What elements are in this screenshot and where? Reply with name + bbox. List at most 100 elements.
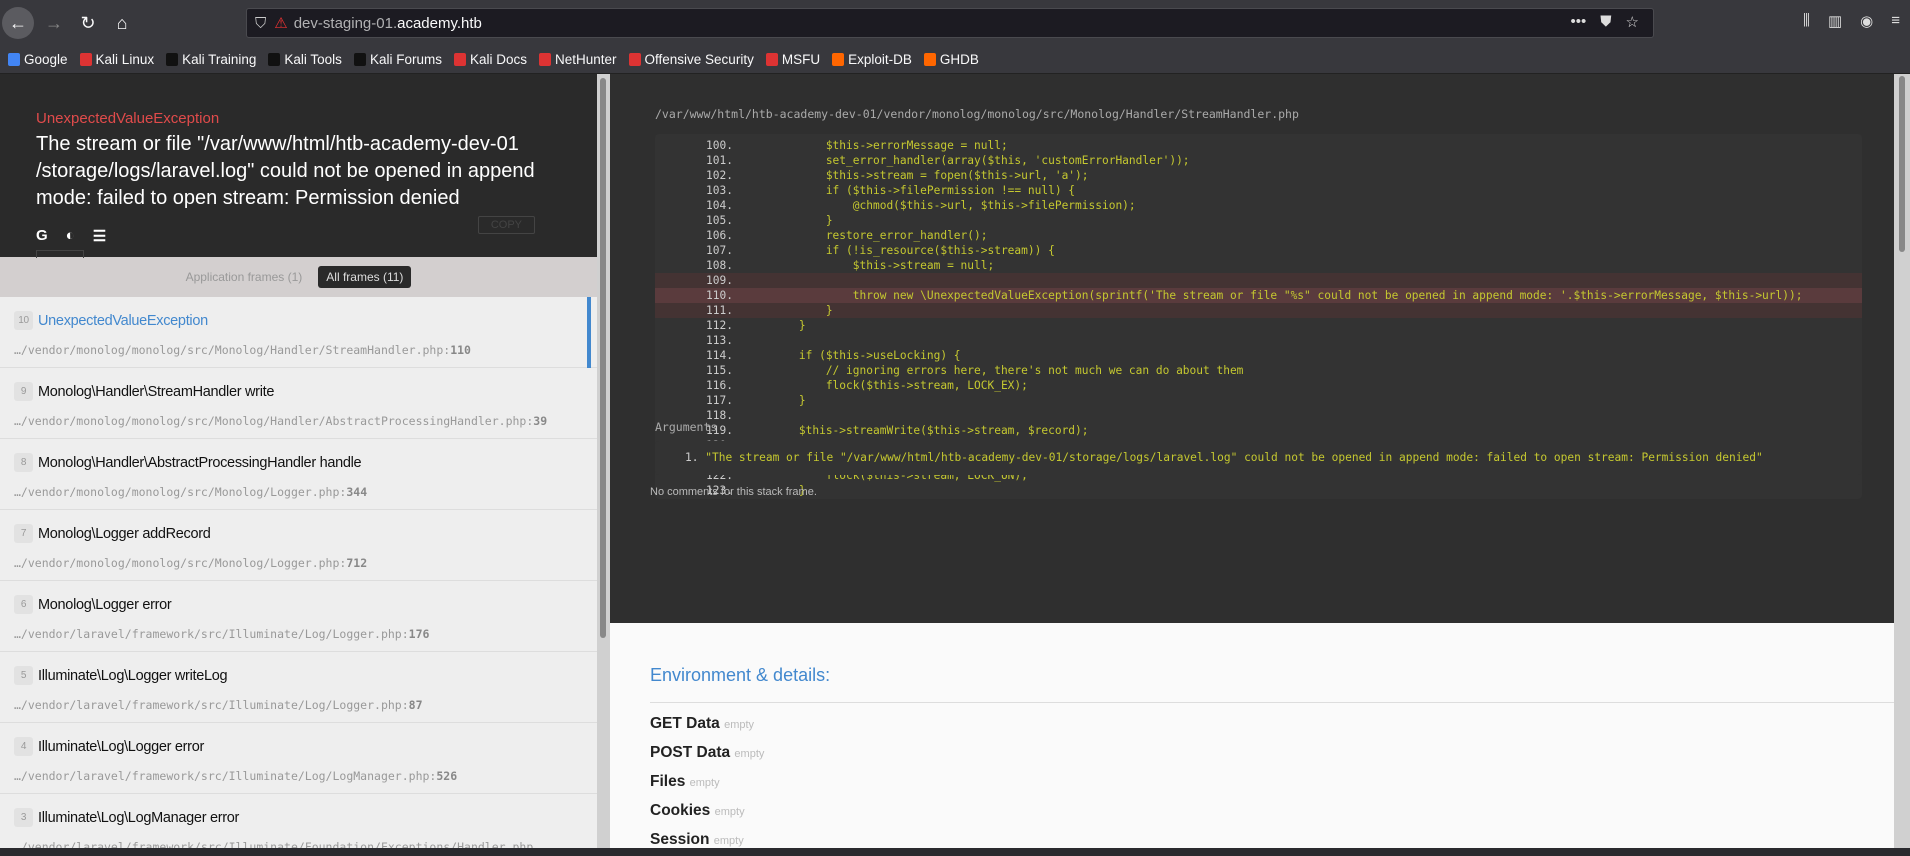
duckduckgo-icon[interactable]: ◐	[66, 227, 75, 245]
tab-application-frames[interactable]: Application frames (1)	[186, 270, 303, 284]
url-bar[interactable]: ⛉ ⚠ dev-staging-01. academy.htb ••• ⛊ ☆	[246, 8, 1654, 38]
sidebar-icon[interactable]: ▥	[1828, 12, 1842, 30]
argument-value: "The stream or file "/var/www/html/htb-a…	[705, 451, 1763, 464]
line-code: flock($this->stream, LOCK_EX);	[745, 379, 1028, 392]
stack-frame[interactable]: 7 Monolog\Logger addRecord …/vendor/monolo…	[0, 510, 597, 581]
line-number: 107.	[706, 244, 733, 257]
copy-button[interactable]: COPY	[477, 216, 535, 234]
bookmark-item[interactable]: MSFU	[765, 52, 820, 67]
frame-file-path: …/vendor/laravel/framework/src/Illuminat…	[14, 769, 437, 783]
bookmark-item[interactable]: GHDB	[923, 52, 979, 67]
bookmark-item[interactable]: Kali Linux	[79, 52, 154, 67]
url-subdomain: dev-staging-01.	[293, 14, 398, 32]
line-number: 100.	[706, 139, 733, 152]
frame-name: Monolog\Logger addRecord	[38, 525, 211, 542]
env-section[interactable]: Cookies empty	[650, 796, 1894, 825]
line-number: 112.	[706, 319, 733, 332]
frame-name: Monolog\Logger error	[38, 596, 172, 613]
frame-file: …/vendor/monolog/monolog/src/Monolog/Log…	[14, 485, 597, 499]
stack-frame[interactable]: 6 Monolog\Logger error …/vendor/laravel/fr…	[0, 581, 597, 652]
bookmark-item[interactable]: Kali Forums	[353, 52, 442, 67]
frame-title: 9 Monolog\Handler\StreamHandler write	[14, 382, 597, 401]
pocket-icon[interactable]: ⛊	[1600, 13, 1611, 31]
hide-button[interactable]	[36, 250, 84, 258]
stack-frame[interactable]: 9 Monolog\Handler\StreamHandler write …/ve…	[0, 368, 597, 439]
env-value: empty	[724, 719, 755, 731]
account-icon[interactable]: ◉	[1860, 12, 1873, 30]
line-code: }	[745, 319, 806, 332]
line-number: 124.	[655, 498, 745, 499]
stack-frame[interactable]: 4 Illuminate\Log\Logger error …/vendor/lar…	[0, 723, 597, 794]
google-search-icon[interactable]: G	[36, 227, 48, 245]
bookmark-star-icon[interactable]: ☆	[1626, 13, 1639, 31]
left-scrollbar[interactable]	[597, 74, 610, 848]
home-icon[interactable]: ⌂	[108, 9, 136, 37]
frame-name: Illuminate\Log\LogManager error	[38, 809, 240, 826]
line-code: $this->streamWrite($this->stream, $recor…	[745, 424, 1089, 437]
frame-index: 10	[14, 311, 33, 330]
code-line: 110. throw new \UnexpectedValueException…	[655, 288, 1862, 303]
bookmark-favicon-icon	[628, 53, 641, 66]
line-number: 110.	[706, 289, 733, 302]
line-code: if ($this->useLocking) {	[745, 349, 961, 362]
frame-index: 8	[14, 453, 33, 472]
tab-all-frames[interactable]: All frames (11)	[318, 266, 412, 288]
divider	[650, 702, 1894, 703]
env-section[interactable]: POST Data empty	[650, 738, 1894, 767]
code-line: 111. }	[655, 303, 1862, 318]
line-number: 105.	[706, 214, 733, 227]
frame-file: …/vendor/monolog/monolog/src/Monolog/Han…	[14, 343, 597, 357]
line-code: }	[745, 394, 806, 407]
bookmark-item[interactable]: NetHunter	[538, 52, 617, 67]
frame-index: 9	[14, 382, 33, 401]
stack-frame[interactable]: 10 UnexpectedValueException …/vendor/monol…	[0, 297, 597, 368]
stack-frame[interactable]: 5 Illuminate\Log\Logger writeLog …/vendor/…	[0, 652, 597, 723]
line-code: throw new \UnexpectedValueException(spri…	[745, 289, 1803, 302]
line-number: 114.	[706, 349, 733, 362]
back-icon[interactable]: ←	[2, 7, 34, 39]
arguments-list: 1. "The stream or file "/var/www/html/ht…	[655, 441, 1862, 475]
bookmark-item[interactable]: Exploit-DB	[832, 52, 912, 67]
env-section[interactable]: Session empty	[650, 825, 1894, 854]
env-section[interactable]: Files empty	[650, 767, 1894, 796]
frame-line: 344	[346, 485, 368, 499]
stack-frame[interactable]: 8 Monolog\Handler\AbstractProcessingHandl…	[0, 439, 597, 510]
bookmark-item[interactable]: Kali Docs	[453, 52, 527, 67]
frame-file: …/vendor/monolog/monolog/src/Monolog/Log…	[14, 556, 597, 570]
forward-icon[interactable]: →	[40, 9, 68, 37]
bookmark-favicon-icon	[453, 53, 466, 66]
bookmark-label: NetHunter	[554, 52, 617, 67]
url-host: academy.htb	[397, 14, 482, 32]
page-actions-icon[interactable]: •••	[1571, 13, 1587, 31]
menu-icon[interactable]: ≡	[1891, 12, 1900, 30]
line-code: if ($this->filePermission !== null) {	[745, 184, 1076, 197]
right-scrollbar[interactable]	[1894, 74, 1910, 848]
shield-icon[interactable]: ⛉	[255, 15, 266, 32]
env-section[interactable]: GET Data empty	[650, 709, 1894, 738]
insecure-lock-icon[interactable]: ⚠	[274, 14, 287, 32]
stack-frame[interactable]: 3 Illuminate\Log\LogManager error …/vendor…	[0, 794, 597, 848]
line-number: 106.	[706, 229, 733, 242]
library-icon[interactable]: ⫼	[1803, 12, 1810, 30]
line-code: $this->errorMessage = null;	[745, 139, 1008, 152]
bookmark-item[interactable]: Offensive Security	[628, 52, 754, 67]
frame-index: 6	[14, 595, 33, 614]
env-value: empty	[714, 806, 745, 818]
frame-index: 3	[14, 808, 33, 827]
stack-panel: UnexpectedValueException The stream or f…	[0, 74, 597, 848]
bookmark-label: Offensive Security	[644, 52, 754, 67]
frame-tabs: Application frames (1) All frames (11)	[0, 257, 597, 297]
line-code: }	[745, 304, 833, 317]
reload-icon[interactable]: ↻	[74, 9, 102, 37]
bookmark-favicon-icon	[765, 53, 778, 66]
bookmark-item[interactable]: Kali Tools	[268, 52, 342, 67]
bookmark-favicon-icon	[79, 53, 92, 66]
bookmark-item[interactable]: Kali Training	[166, 52, 256, 67]
stackoverflow-icon[interactable]: ☰	[93, 227, 106, 245]
bookmark-item[interactable]: Google	[8, 52, 68, 67]
frame-file: …/vendor/laravel/framework/src/Illuminat…	[14, 769, 597, 783]
frame-line: 526	[436, 769, 458, 783]
frame-file-path: …/vendor/laravel/framework/src/Illuminat…	[14, 627, 409, 641]
no-comments-text: No comments for this stack frame.	[650, 486, 817, 498]
code-line: 119. $this->streamWrite($this->stream, $…	[655, 423, 1862, 438]
